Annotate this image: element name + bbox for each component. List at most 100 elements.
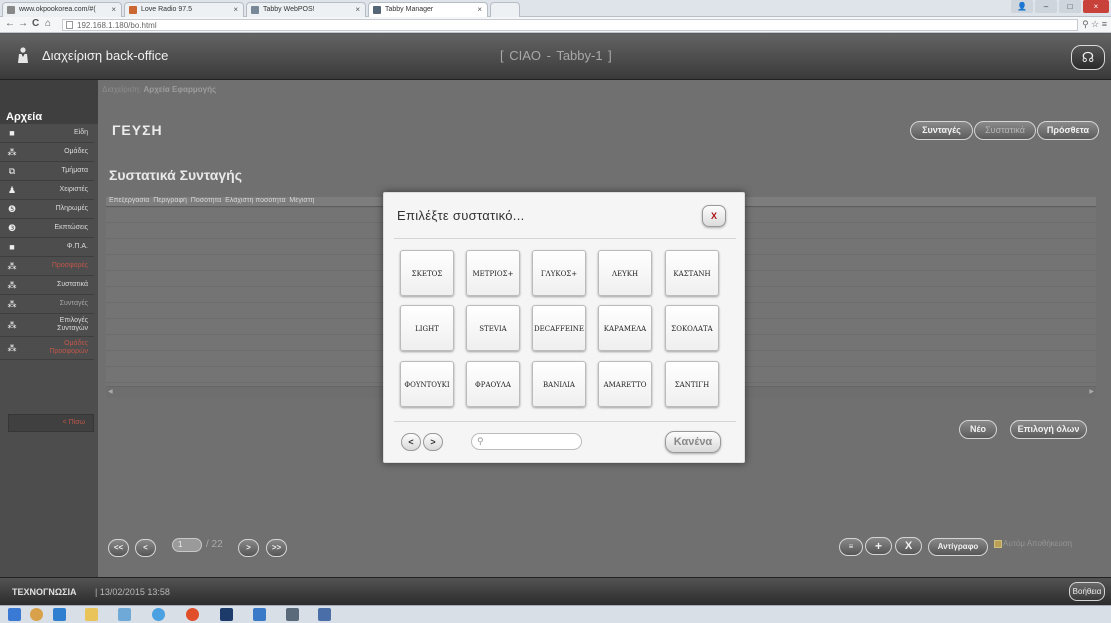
sidebar-item-omades-prosforon[interactable]: ⁂ Ομάδες Προσφορών: [0, 337, 94, 360]
ie-icon[interactable]: [152, 608, 165, 621]
sidebar-item-eidi[interactable]: ■ Είδη: [0, 124, 94, 143]
minimize-button[interactable]: –: [1035, 0, 1057, 13]
close-button[interactable]: X: [702, 205, 726, 227]
ingredient-button[interactable]: STEVIA: [466, 305, 520, 351]
ingredient-button[interactable]: ΓΛΥΚΟΣ+: [532, 250, 586, 296]
company-name: ΤΕΧΝΟΓΝΩΣΙΑ: [12, 587, 77, 597]
column-header-quantity[interactable]: Ποσότητα: [191, 197, 221, 204]
browser-tab-active[interactable]: Tabby Manager ×: [368, 2, 488, 17]
new-button[interactable]: Νέο: [959, 420, 997, 439]
chrome-icon[interactable]: [186, 608, 199, 621]
page-icon: [66, 21, 73, 29]
new-tab-button[interactable]: [490, 2, 520, 17]
user-icon[interactable]: 👤: [1011, 0, 1033, 13]
browser-tab-strip: www.okpookorea.com/#(× Love Radio 97.5 × …: [0, 0, 1111, 17]
close-window-button[interactable]: ×: [1083, 0, 1109, 13]
app-icon[interactable]: [53, 608, 66, 621]
ingredient-button[interactable]: ΚΑΣΤΑΝΗ: [665, 250, 719, 296]
sidebar-item-omades[interactable]: ⁂ Ομάδες: [0, 143, 94, 162]
page-title: ΓΕΥΣΗ: [112, 122, 163, 138]
copy-button[interactable]: Αντίγραφο: [928, 538, 988, 556]
sidebar-item-prosfores[interactable]: ⁂ Προσφορές: [0, 257, 94, 276]
ingredient-button[interactable]: ΦΡΑΟΥΛΑ: [466, 361, 520, 407]
prev-page-button[interactable]: <: [401, 433, 421, 451]
app-title: Διαχείριση back-office: [42, 48, 169, 63]
browser-icon[interactable]: [30, 608, 43, 621]
app-icon[interactable]: [118, 608, 131, 621]
tab-prostheta[interactable]: Πρόσθετα: [1037, 121, 1099, 140]
sidebar-item-xeiristes[interactable]: ♟ Χειριστές: [0, 181, 94, 200]
sidebar-item-fpa[interactable]: ■ Φ.Π.Α.: [0, 238, 94, 257]
ingredient-picker-dialog: Επιλέξτε συστατικό... X ΣΚΕΤΟΣ ΜΕΤΡΙΟΣ+ …: [383, 192, 745, 463]
ingredient-button[interactable]: AMARETTO: [598, 361, 652, 407]
scroll-left-icon[interactable]: ◀: [108, 388, 113, 395]
back-arrow-icon[interactable]: ←: [5, 18, 15, 29]
ingredient-button[interactable]: DECAFFEINE: [532, 305, 586, 351]
browser-tab[interactable]: Love Radio 97.5 ×: [124, 2, 244, 17]
search-input[interactable]: ⚲: [471, 433, 582, 450]
ingredient-button[interactable]: ΣΑΝΤΙΓΗ: [665, 361, 719, 407]
page-number-input[interactable]: 1: [172, 538, 202, 552]
ingredient-button[interactable]: ΣΟΚΟΛΑΤΑ: [665, 305, 719, 351]
add-button[interactable]: +: [865, 537, 892, 555]
autosave-checkbox[interactable]: [994, 540, 1002, 548]
sidebar-item-syntages[interactable]: ⁂ Συνταγές: [0, 295, 94, 314]
app-icon[interactable]: [286, 608, 299, 621]
ingredient-button[interactable]: ΦΟΥΝΤΟΥΚΙ: [400, 361, 454, 407]
close-tab-icon[interactable]: ×: [477, 5, 482, 14]
browser-toolbar: ← → C ⌂ 192.168.1.180/bo.html ⚲ ☆ ≡: [0, 17, 1111, 33]
sidebar: Αρχεία ■ Είδη ⁂ Ομάδες ⧉ Τμήματα ♟ Χειριστές…: [0, 80, 98, 577]
ingredient-button[interactable]: LIGHT: [400, 305, 454, 351]
close-tab-icon[interactable]: ×: [111, 5, 116, 14]
close-tab-icon[interactable]: ×: [233, 5, 238, 14]
next-page-button[interactable]: >: [238, 539, 259, 557]
column-header-edit[interactable]: Επεξεργασία: [109, 197, 149, 204]
close-tab-icon[interactable]: ×: [355, 5, 360, 14]
sidebar-item-systatika[interactable]: ⁂ Συστατικά: [0, 276, 94, 295]
maximize-button[interactable]: □: [1059, 0, 1081, 13]
sidebar-item-pliromes[interactable]: ❺ Πληρωμές: [0, 200, 94, 219]
ingredient-button[interactable]: ΚΑΡΑΜΕΛΑ: [598, 305, 652, 351]
tab-systatika[interactable]: Συστατικά: [974, 121, 1036, 140]
column-header-max[interactable]: Μέγιστη: [289, 197, 314, 204]
sidebar-item-ekptoseis[interactable]: ❸ Εκπτώσεις: [0, 219, 94, 238]
sidebar-item-epiloges-syntagon[interactable]: ⁂ Επιλογές Συνταγών: [0, 314, 94, 337]
column-header-min-quantity[interactable]: Ελάχιστη ποσότητα: [225, 197, 285, 204]
browser-tab[interactable]: www.okpookorea.com/#(×: [2, 2, 122, 17]
browser-tab[interactable]: Tabby WebPOS! ×: [246, 2, 366, 17]
forward-arrow-icon[interactable]: →: [18, 18, 28, 29]
section-title: Συστατικά Συνταγής: [109, 167, 242, 183]
first-page-button[interactable]: <<: [108, 539, 129, 557]
scroll-right-icon[interactable]: ▶: [1089, 388, 1094, 395]
reload-icon[interactable]: C: [32, 18, 39, 29]
group-icon: ⁂: [7, 299, 17, 309]
headphones-button[interactable]: ☊: [1071, 45, 1105, 70]
help-button[interactable]: Βοήθεια: [1069, 582, 1105, 601]
sidebar-item-tmimata[interactable]: ⧉ Τμήματα: [0, 162, 94, 181]
folder-icon[interactable]: [85, 608, 98, 621]
menu-button[interactable]: ≡: [839, 538, 863, 556]
start-icon[interactable]: [8, 608, 21, 621]
column-header-description[interactable]: Περιγραφή: [153, 197, 187, 204]
last-page-button[interactable]: >>: [266, 539, 287, 557]
photoshop-icon[interactable]: [220, 608, 233, 621]
divider: [394, 238, 736, 239]
address-bar[interactable]: 192.168.1.180/bo.html: [62, 19, 1078, 31]
app-icon[interactable]: [318, 608, 331, 621]
home-icon[interactable]: ⌂: [45, 18, 51, 29]
prev-page-button[interactable]: <: [135, 539, 156, 557]
date-time: | 13/02/2015 13:58: [95, 587, 170, 597]
instance-label: [ CIAO - Tabby-1 ]: [500, 48, 612, 63]
next-page-button[interactable]: >: [423, 433, 443, 451]
app-icon[interactable]: [253, 608, 266, 621]
ingredient-button[interactable]: ΣΚΕΤΟΣ: [400, 250, 454, 296]
none-button[interactable]: Κανένα: [665, 431, 721, 453]
zoom-star-menu-icons[interactable]: ⚲ ☆ ≡: [1082, 19, 1107, 30]
tab-syntages[interactable]: Συνταγές: [910, 121, 973, 140]
ingredient-button[interactable]: ΒΑΝΙΛΙΑ: [532, 361, 586, 407]
ingredient-button[interactable]: ΜΕΤΡΙΟΣ+: [466, 250, 520, 296]
delete-button[interactable]: X: [895, 537, 922, 555]
select-all-button[interactable]: Επιλογή όλων: [1010, 420, 1087, 439]
back-button[interactable]: < Πίσω: [8, 414, 94, 432]
ingredient-button[interactable]: ΛΕΥΚΗ: [598, 250, 652, 296]
